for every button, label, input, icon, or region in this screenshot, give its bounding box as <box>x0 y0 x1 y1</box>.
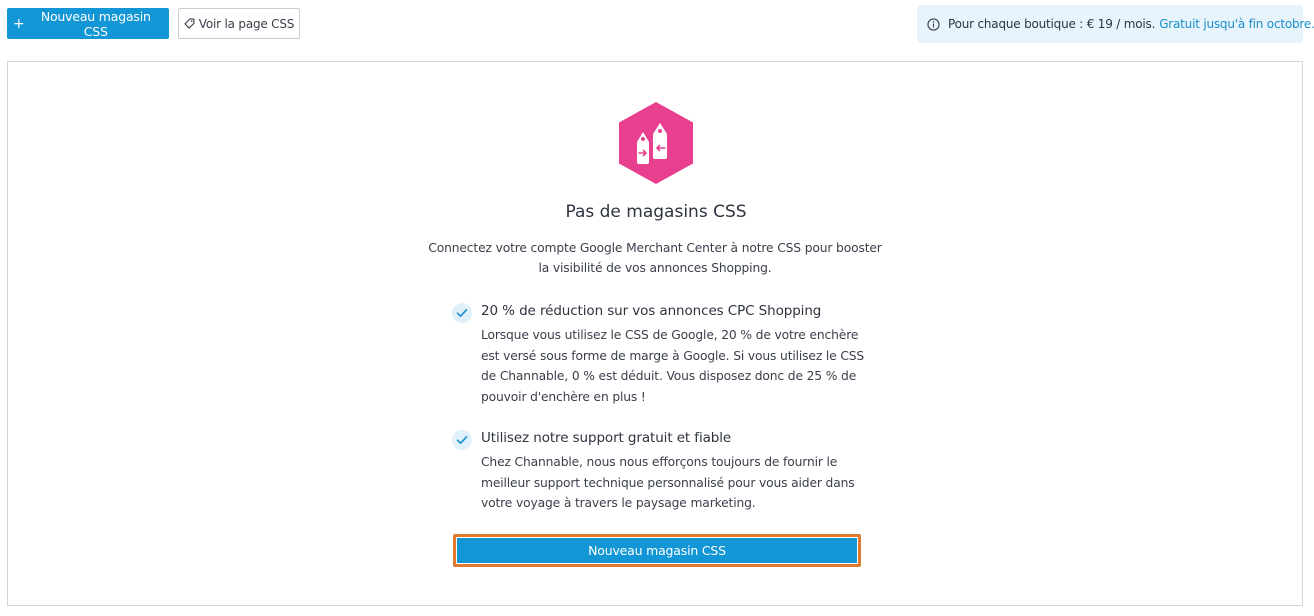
feature-body: Chez Channable, nous nous efforçons touj… <box>481 455 855 510</box>
feature-title: Utilisez notre support gratuit et fiable <box>481 430 732 446</box>
empty-state-description: Connectez votre compte Google Merchant C… <box>428 241 882 275</box>
plus-icon: + <box>13 15 25 32</box>
check-icon <box>452 430 472 450</box>
view-css-page-button[interactable]: Voir la page CSS <box>178 8 300 39</box>
free-until-october-link[interactable]: Gratuit jusqu'à fin octobre. <box>1159 17 1314 31</box>
check-icon <box>452 303 472 323</box>
empty-state-panel: Pas de magasins CSS Connectez votre comp… <box>7 61 1303 606</box>
price-tags-hexagon-icon <box>619 102 693 184</box>
new-css-store-label: Nouveau magasin CSS <box>40 8 151 39</box>
feature-title: 20 % de réduction sur vos annonces CPC S… <box>481 303 822 319</box>
top-toolbar: + Nouveau magasin CSS Voir la page CSS P… <box>0 0 1314 56</box>
view-css-page-label: Voir la page CSS <box>198 16 295 31</box>
new-css-store-button[interactable]: + Nouveau magasin CSS <box>7 8 169 39</box>
pricing-info-banner: Pour chaque boutique : € 19 / mois. Grat… <box>917 5 1314 43</box>
cta-highlight: Nouveau magasin CSS <box>453 534 861 567</box>
info-icon <box>927 17 940 31</box>
new-css-store-cta-button[interactable]: Nouveau magasin CSS <box>457 538 857 563</box>
pricing-info-text: Pour chaque boutique : € 19 / mois. <box>948 17 1156 31</box>
tag-icon <box>184 18 195 29</box>
feature-body: Lorsque vous utilisez le CSS de Google, … <box>481 328 865 404</box>
empty-state-title: Pas de magasins CSS <box>565 202 747 222</box>
